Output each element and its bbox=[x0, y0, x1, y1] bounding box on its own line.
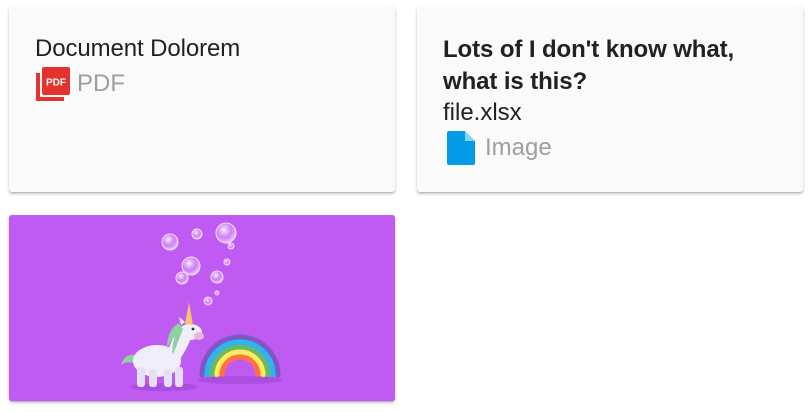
file-icon bbox=[443, 130, 479, 166]
file-type-label: Image bbox=[485, 134, 552, 161]
pdf-icon: PDF bbox=[35, 66, 71, 102]
image-card[interactable] bbox=[9, 215, 395, 401]
file-type-label: PDF bbox=[77, 70, 125, 97]
document-card-pdf[interactable]: Document Dolorem PDF PDF bbox=[9, 6, 395, 192]
file-type-row: PDF PDF bbox=[35, 66, 369, 102]
file-type-row: Image bbox=[443, 130, 777, 166]
document-card-file[interactable]: Lots of I don't know what, what is this?… bbox=[417, 6, 803, 192]
file-name: file.xlsx bbox=[443, 99, 522, 126]
card-title: Lots of I don't know what, what is this? bbox=[443, 36, 735, 95]
unicorn-rainbow-illustration bbox=[9, 215, 395, 401]
pdf-icon-text: PDF bbox=[46, 78, 66, 89]
card-title: Document Dolorem bbox=[35, 35, 241, 62]
